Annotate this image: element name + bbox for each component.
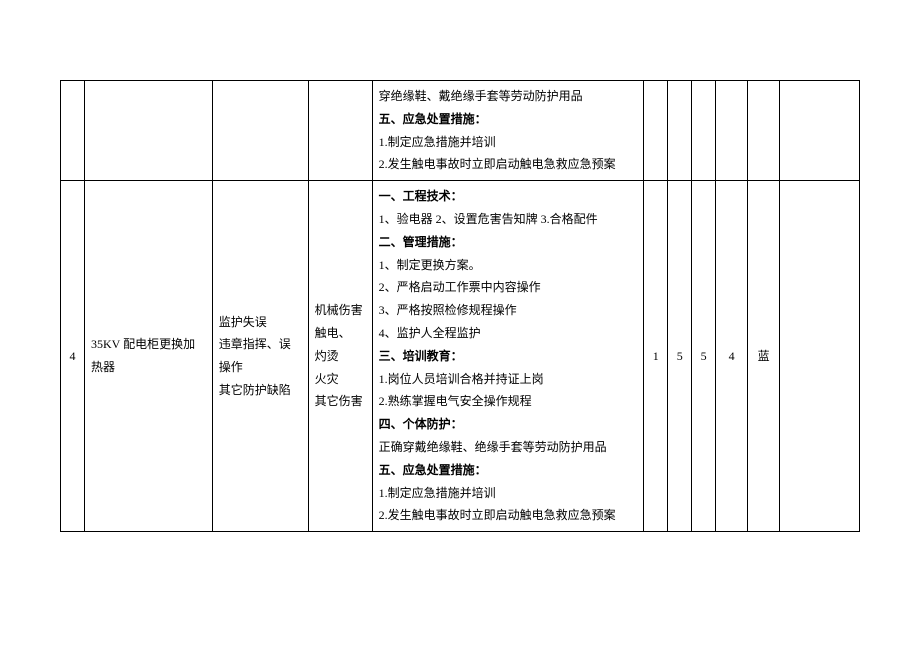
hazard-text: 机械伤害触电、灼烫火灾其它伤害	[315, 299, 366, 413]
cell-score2	[668, 81, 692, 181]
cell-measures: 穿绝缘鞋、戴绝缘手套等劳动防护用品五、应急处置措施：1.制定应急措施并培训2.发…	[372, 81, 644, 181]
cell-measures: 一、工程技术：1、验电器 2、设置危害告知牌 3.合格配件二、管理措施：1、制定…	[372, 181, 644, 532]
cell-level	[748, 81, 780, 181]
cell-cause: 监护失误违章指挥、误操作其它防护缺陷	[212, 181, 308, 532]
cell-num: 4	[61, 181, 85, 532]
cell-score2: 5	[668, 181, 692, 532]
cell-score4: 4	[716, 181, 748, 532]
cell-task	[84, 81, 212, 181]
measure-list: 穿绝缘鞋、戴绝缘手套等劳动防护用品五、应急处置措施：1.制定应急措施并培训2.发…	[379, 85, 638, 176]
table-body: 穿绝缘鞋、戴绝缘手套等劳动防护用品五、应急处置措施：1.制定应急措施并培训2.发…	[61, 81, 860, 532]
cell-score1	[644, 81, 668, 181]
table-row: 4 35KV 配电柜更换加热器 监护失误违章指挥、误操作其它防护缺陷 机械伤害触…	[61, 181, 860, 532]
cell-hazard	[308, 81, 372, 181]
measure-list: 一、工程技术：1、验电器 2、设置危害告知牌 3.合格配件二、管理措施：1、制定…	[379, 185, 638, 527]
cell-score4	[716, 81, 748, 181]
cell-cause	[212, 81, 308, 181]
cell-score3	[692, 81, 716, 181]
cell-task: 35KV 配电柜更换加热器	[84, 181, 212, 532]
cell-level: 蓝	[748, 181, 780, 532]
cell-score1: 1	[644, 181, 668, 532]
cell-score3: 5	[692, 181, 716, 532]
cell-ext	[780, 81, 860, 181]
cause-text: 监护失误违章指挥、误操作其它防护缺陷	[219, 311, 302, 402]
risk-table: 穿绝缘鞋、戴绝缘手套等劳动防护用品五、应急处置措施：1.制定应急措施并培训2.发…	[60, 80, 860, 532]
cell-hazard: 机械伤害触电、灼烫火灾其它伤害	[308, 181, 372, 532]
cell-num	[61, 81, 85, 181]
cell-ext	[780, 181, 860, 532]
table-row: 穿绝缘鞋、戴绝缘手套等劳动防护用品五、应急处置措施：1.制定应急措施并培训2.发…	[61, 81, 860, 181]
